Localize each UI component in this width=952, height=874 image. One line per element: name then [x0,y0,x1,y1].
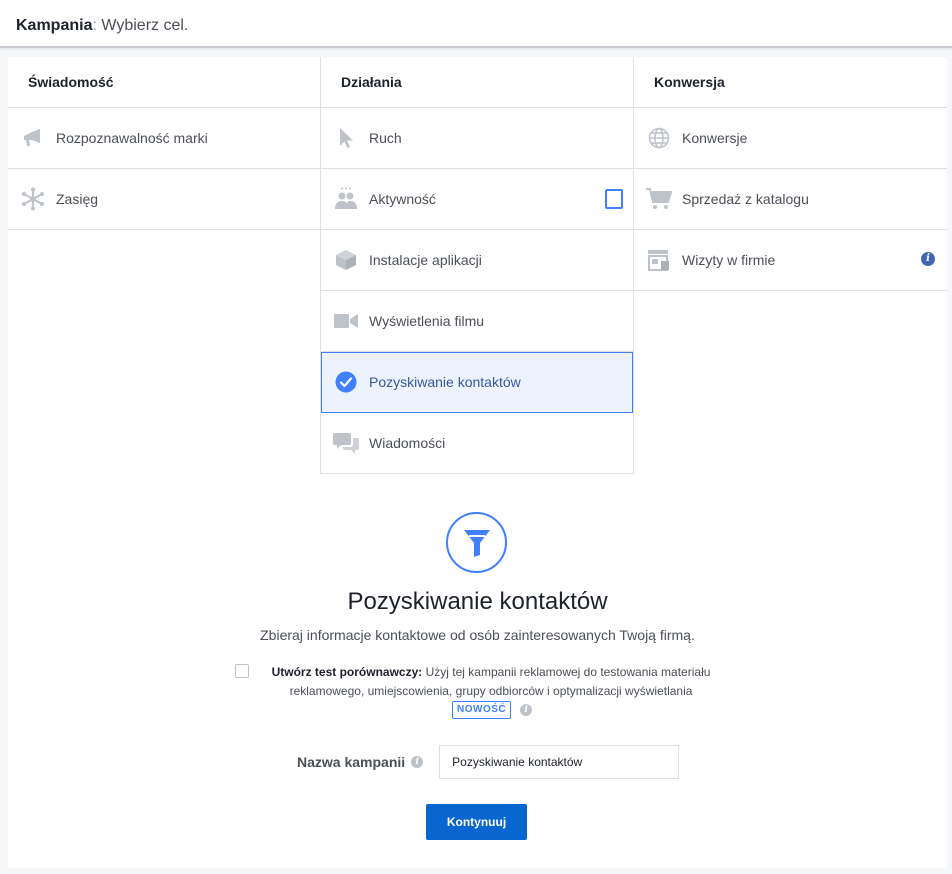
ab-test-label: Utwórz test porównawczy: [271,665,423,679]
column-header-consideration: Działania [321,57,633,108]
chat-bubbles-icon [333,430,359,456]
cube-icon [333,247,359,273]
column-awareness: Świadomość Rozpoznawalność marki Zasięg [8,57,320,230]
objective-video-views[interactable]: Wyświetlenia filmu [321,291,633,352]
objective-traffic[interactable]: Ruch [321,108,633,169]
megaphone-icon [20,125,46,151]
objective-label: Wiadomości [369,435,446,451]
globe-icon [646,125,672,151]
campaign-name-row: Nazwa kampanii i [297,745,680,779]
video-camera-icon [333,308,359,334]
ab-test-text: Utwórz test porównawczy: Użyj tej kampan… [266,663,716,701]
objective-label: Instalacje aplikacji [369,252,482,268]
objective-label: Zasięg [56,191,99,207]
objective-label: Ruch [369,130,402,146]
objective-label: Aktywność [369,191,436,207]
objective-conversions[interactable]: Konwersje [634,108,947,169]
objective-label: Sprzedaż z katalogu [682,191,809,207]
page-title-subtitle: Wybierz cel. [101,17,189,34]
store-icon [646,247,672,273]
top-bar: Kampania: Wybierz cel. [0,0,952,48]
page-title-separator: : [92,17,97,34]
badge-row: NOWOŚĆ i [452,700,533,720]
objective-label: Wizyty w firmie [682,252,776,268]
objective-catalog-sales[interactable]: Sprzedaż z katalogu [634,169,947,230]
objective-reach[interactable]: Zasięg [8,169,320,230]
detail-title: Pozyskiwanie kontaktów [347,588,608,615]
ab-test-checkbox[interactable] [235,664,249,678]
ab-test-line1: Użyj tej kampanii reklamowej do testowan… [422,665,711,679]
page-title: Kampania: Wybierz cel. [16,16,188,36]
objective-panel: Świadomość Rozpoznawalność marki Zasięg … [8,57,947,868]
people-icon [333,186,359,212]
column-header-conversion: Konwersja [634,57,947,108]
cursor-icon [333,125,359,151]
page-title-campaign: Kampania [16,17,93,34]
campaign-name-label: Nazwa kampanii [297,754,406,770]
detail-description: Zbieraj informacje kontaktowe od osób za… [260,627,695,643]
info-icon[interactable]: i [520,704,533,716]
info-icon[interactable]: i [921,252,935,266]
info-icon[interactable]: i [411,756,424,768]
column-header-awareness: Świadomość [8,57,320,108]
objective-messages[interactable]: Wiadomości [321,413,633,474]
cart-icon [646,186,672,212]
objective-store-visits[interactable]: Wizyty w firmie i [634,230,947,291]
new-badge: NOWOŚĆ [452,701,512,719]
reach-icon [20,186,46,212]
campaign-name-input[interactable] [439,745,680,779]
objective-label: Pozyskiwanie kontaktów [369,374,521,390]
continue-button[interactable]: Kontynuuj [426,804,527,840]
column-consideration: Działania Ruch Aktywność Instalacje apli… [320,57,634,474]
column-conversion: Konwersja Konwersje Sprzedaż z katalogu [634,57,947,291]
funnel-icon [446,512,507,573]
check-circle-icon [333,369,359,395]
objective-engagement[interactable]: Aktywność [321,169,633,230]
mobile-device-icon [605,189,623,209]
objective-lead-generation[interactable]: Pozyskiwanie kontaktów [321,352,633,413]
ab-test-line2: reklamowego, umiejscowienia, grupy odbio… [289,684,693,698]
objective-label: Konwersje [682,130,748,146]
objective-label: Rozpoznawalność marki [56,130,208,146]
objective-brand-awareness[interactable]: Rozpoznawalność marki [8,108,320,169]
objective-label: Wyświetlenia filmu [369,313,485,329]
objective-app-installs[interactable]: Instalacje aplikacji [321,230,633,291]
